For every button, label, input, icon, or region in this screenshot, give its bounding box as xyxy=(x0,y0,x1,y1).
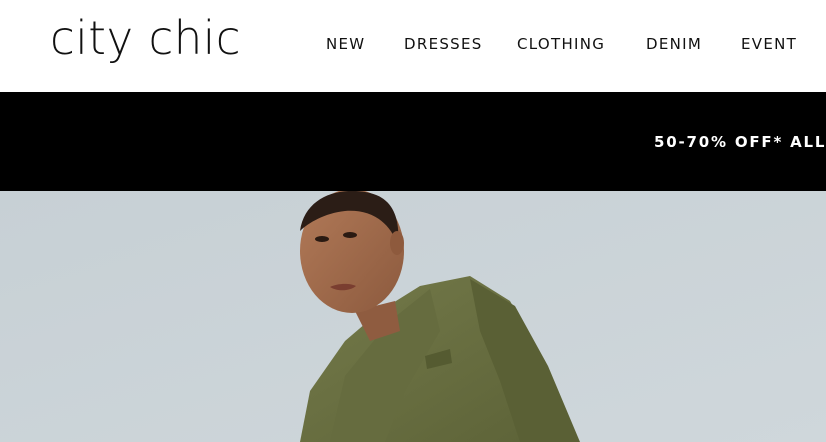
promo-banner[interactable]: 50-70% OFF* ALL xyxy=(0,92,826,191)
nav-item-denim[interactable]: DENIM xyxy=(646,32,702,56)
nav-item-new[interactable]: NEW xyxy=(326,32,365,56)
nav-item-event[interactable]: EVENT xyxy=(741,32,797,56)
page: city chic NEW DRESSES CLOTHING DENIM EVE… xyxy=(0,0,826,442)
hero-image[interactable] xyxy=(0,191,826,442)
hero-illustration xyxy=(0,191,826,442)
nav-item-dresses[interactable]: DRESSES xyxy=(404,32,483,56)
brand-logo[interactable]: city chic xyxy=(50,8,241,68)
site-header: city chic NEW DRESSES CLOTHING DENIM EVE… xyxy=(0,0,826,92)
promo-text: 50-70% OFF* ALL xyxy=(654,133,826,151)
nav-item-clothing[interactable]: CLOTHING xyxy=(517,32,605,56)
main-nav: NEW DRESSES CLOTHING DENIM EVENT xyxy=(326,32,826,56)
